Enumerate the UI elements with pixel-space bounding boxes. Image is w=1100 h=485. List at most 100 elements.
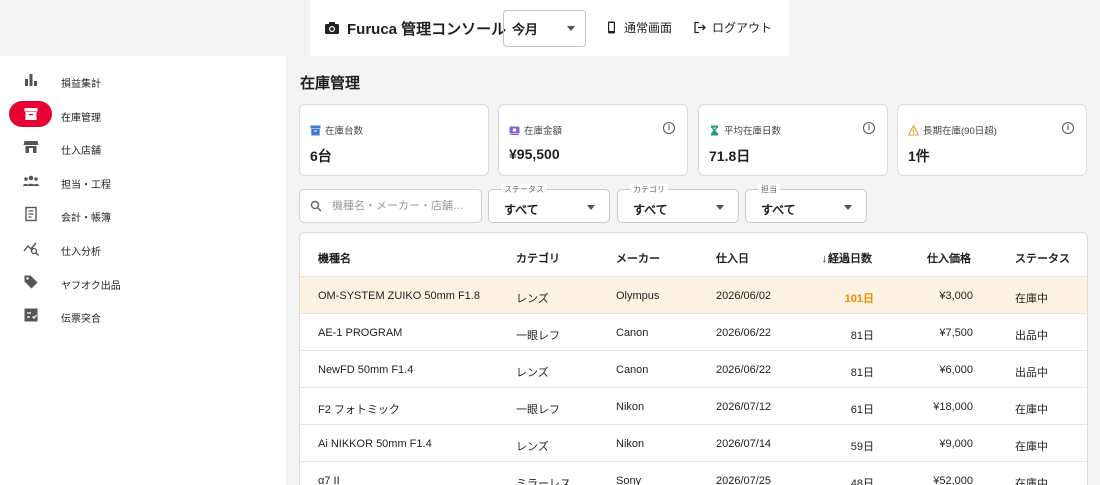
table-row[interactable]: Ai NIKKOR 50mm F1.4 レンズ Nikon 2026/07/14… bbox=[300, 424, 1087, 461]
cell-category: レンズ bbox=[516, 441, 549, 453]
column-header-maker[interactable]: メーカー bbox=[616, 250, 660, 266]
logout-button[interactable]: ログアウト bbox=[693, 19, 772, 36]
cell-category: 一眼レフ bbox=[516, 330, 560, 342]
cell-days: 48日 bbox=[850, 478, 874, 485]
cell-name: OM-SYSTEM ZUIKO 50mm F1.8 bbox=[318, 290, 480, 302]
status-filter-select[interactable]: ステータス すべて bbox=[488, 184, 610, 223]
staff-filter-select[interactable]: 担当 すべて bbox=[745, 184, 867, 223]
cell-status: 在庫中 bbox=[1015, 293, 1048, 305]
cell-price: ¥7,500 bbox=[939, 327, 973, 339]
search-icon bbox=[310, 200, 322, 212]
chevron-down-icon bbox=[844, 205, 852, 210]
chevron-down-icon bbox=[567, 26, 575, 31]
summary-card-stock-amount: 在庫金額 ¥95,500 i bbox=[498, 104, 688, 176]
chevron-down-icon bbox=[587, 205, 595, 210]
cell-price: ¥52,000 bbox=[933, 475, 973, 485]
column-header-days[interactable]: ↓経過日数 bbox=[822, 250, 873, 266]
sidebar-item-label: 伝票突合 bbox=[61, 314, 101, 325]
period-select[interactable]: 今月 bbox=[503, 10, 586, 47]
sidebar-item-label: 損益集計 bbox=[61, 79, 101, 90]
sidebar-item-label: 会計・帳簿 bbox=[61, 213, 111, 224]
inventory-box-icon bbox=[24, 108, 37, 120]
column-header-name[interactable]: 機種名 bbox=[318, 250, 351, 266]
normal-view-button[interactable]: 通常画面 bbox=[605, 19, 672, 36]
column-header-status[interactable]: ステータス bbox=[1015, 250, 1070, 266]
card-label: 平均在庫日数 bbox=[724, 126, 782, 137]
info-icon[interactable]: i bbox=[863, 122, 875, 134]
cell-status: 在庫中 bbox=[1015, 404, 1048, 416]
summary-card-long-term: 長期在庫(90日超) 1件 i bbox=[897, 104, 1087, 176]
summary-card-stock-count: 在庫台数 6台 bbox=[299, 104, 489, 176]
sidebar-item-slip-match[interactable]: 伝票突合 bbox=[9, 302, 279, 328]
sidebar-item-staff[interactable]: 担当・工程 bbox=[9, 168, 279, 194]
cell-price: ¥3,000 bbox=[939, 290, 973, 302]
summary-card-avg-days: 平均在庫日数 71.8日 i bbox=[698, 104, 888, 176]
tag-icon bbox=[24, 275, 37, 289]
status-filter-legend: ステータス bbox=[501, 184, 547, 195]
sort-down-icon: ↓ bbox=[821, 253, 828, 265]
camera-icon bbox=[325, 22, 339, 34]
table-row[interactable]: OM-SYSTEM ZUIKO 50mm F1.8 レンズ Olympus 20… bbox=[300, 276, 1087, 313]
cell-status: 出品中 bbox=[1015, 330, 1048, 342]
sidebar-item-profit[interactable]: 損益集計 bbox=[9, 67, 279, 93]
checklist-icon bbox=[24, 308, 37, 322]
cell-maker: Olympus bbox=[616, 290, 660, 302]
card-value: ¥95,500 bbox=[509, 146, 560, 162]
search-input[interactable] bbox=[332, 200, 472, 212]
column-header-price[interactable]: 仕入価格 bbox=[927, 250, 971, 266]
sidebar-item-label: 仕入分析 bbox=[61, 247, 101, 258]
cell-date: 2026/06/02 bbox=[716, 290, 772, 302]
cell-days: 101日 bbox=[844, 293, 874, 305]
search-box[interactable] bbox=[299, 189, 482, 223]
cell-status: 出品中 bbox=[1015, 367, 1048, 379]
brand: Furuca 管理コンソール bbox=[324, 18, 506, 39]
sidebar-item-inventory[interactable]: 在庫管理 bbox=[9, 101, 279, 127]
cell-name: α7 II bbox=[318, 475, 340, 485]
cell-days: 61日 bbox=[850, 404, 874, 416]
money-icon bbox=[509, 126, 520, 135]
sidebar-item-stores[interactable]: 仕入店舗 bbox=[9, 134, 279, 160]
staff-filter-legend: 担当 bbox=[758, 184, 780, 195]
sidebar-item-label: 担当・工程 bbox=[61, 180, 111, 191]
logout-icon bbox=[694, 21, 706, 34]
sidebar-item-label: 仕入店舗 bbox=[61, 146, 101, 157]
column-header-category[interactable]: カテゴリ bbox=[516, 250, 560, 266]
analytics-icon bbox=[22, 242, 39, 256]
bar-chart-icon bbox=[24, 74, 37, 86]
info-icon[interactable]: i bbox=[663, 122, 675, 134]
table-row[interactable]: AE-1 PROGRAM 一眼レフ Canon 2026/06/22 81日 ¥… bbox=[300, 313, 1087, 350]
cell-days: 81日 bbox=[850, 330, 874, 342]
cell-name: AE-1 PROGRAM bbox=[318, 327, 403, 339]
sidebar-item-analysis[interactable]: 仕入分析 bbox=[9, 235, 279, 261]
cell-status: 在庫中 bbox=[1015, 441, 1048, 453]
normal-view-label: 通常画面 bbox=[624, 21, 673, 35]
sidebar-item-accounting[interactable]: 会計・帳簿 bbox=[9, 201, 279, 227]
category-filter-value: すべて bbox=[633, 203, 668, 217]
table-row[interactable]: NewFD 50mm F1.4 レンズ Canon 2026/06/22 81日… bbox=[300, 350, 1087, 387]
column-header-date[interactable]: 仕入日 bbox=[716, 250, 749, 266]
staff-filter-value: すべて bbox=[761, 203, 796, 217]
cell-category: ミラーレス bbox=[516, 478, 571, 485]
cell-days: 59日 bbox=[850, 441, 874, 453]
cell-maker: Nikon bbox=[616, 401, 645, 413]
sidebar-item-label: ヤフオク出品 bbox=[61, 281, 121, 292]
status-filter-value: すべて bbox=[504, 203, 539, 217]
warning-icon bbox=[908, 124, 919, 136]
card-label: 長期在庫(90日超) bbox=[923, 126, 997, 137]
phone-icon bbox=[608, 21, 615, 34]
category-filter-select[interactable]: カテゴリ すべて bbox=[617, 184, 739, 223]
column-header-days-label: 経過日数 bbox=[828, 253, 872, 265]
table-row[interactable]: F2 フォトミック 一眼レフ Nikon 2026/07/12 61日 ¥18,… bbox=[300, 387, 1087, 424]
cell-maker: Canon bbox=[616, 364, 649, 376]
info-icon[interactable]: i bbox=[1062, 122, 1074, 134]
cell-category: 一眼レフ bbox=[516, 404, 560, 416]
sidebar-item-yahuoku[interactable]: ヤフオク出品 bbox=[9, 269, 279, 295]
cell-maker: Canon bbox=[616, 327, 649, 339]
cell-name: Ai NIKKOR 50mm F1.4 bbox=[318, 438, 432, 450]
ledger-icon bbox=[24, 206, 37, 222]
inventory-table: 機種名 カテゴリ メーカー 仕入日 ↓経過日数 仕入価格 ステータス OM-SY… bbox=[299, 232, 1088, 485]
table-row[interactable]: α7 II ミラーレス Sony 2026/07/25 48日 ¥52,000 … bbox=[300, 461, 1087, 485]
period-select-value: 今月 bbox=[512, 22, 539, 37]
sidebar-item-label: 在庫管理 bbox=[61, 113, 101, 124]
cell-date: 2026/06/22 bbox=[716, 327, 772, 339]
